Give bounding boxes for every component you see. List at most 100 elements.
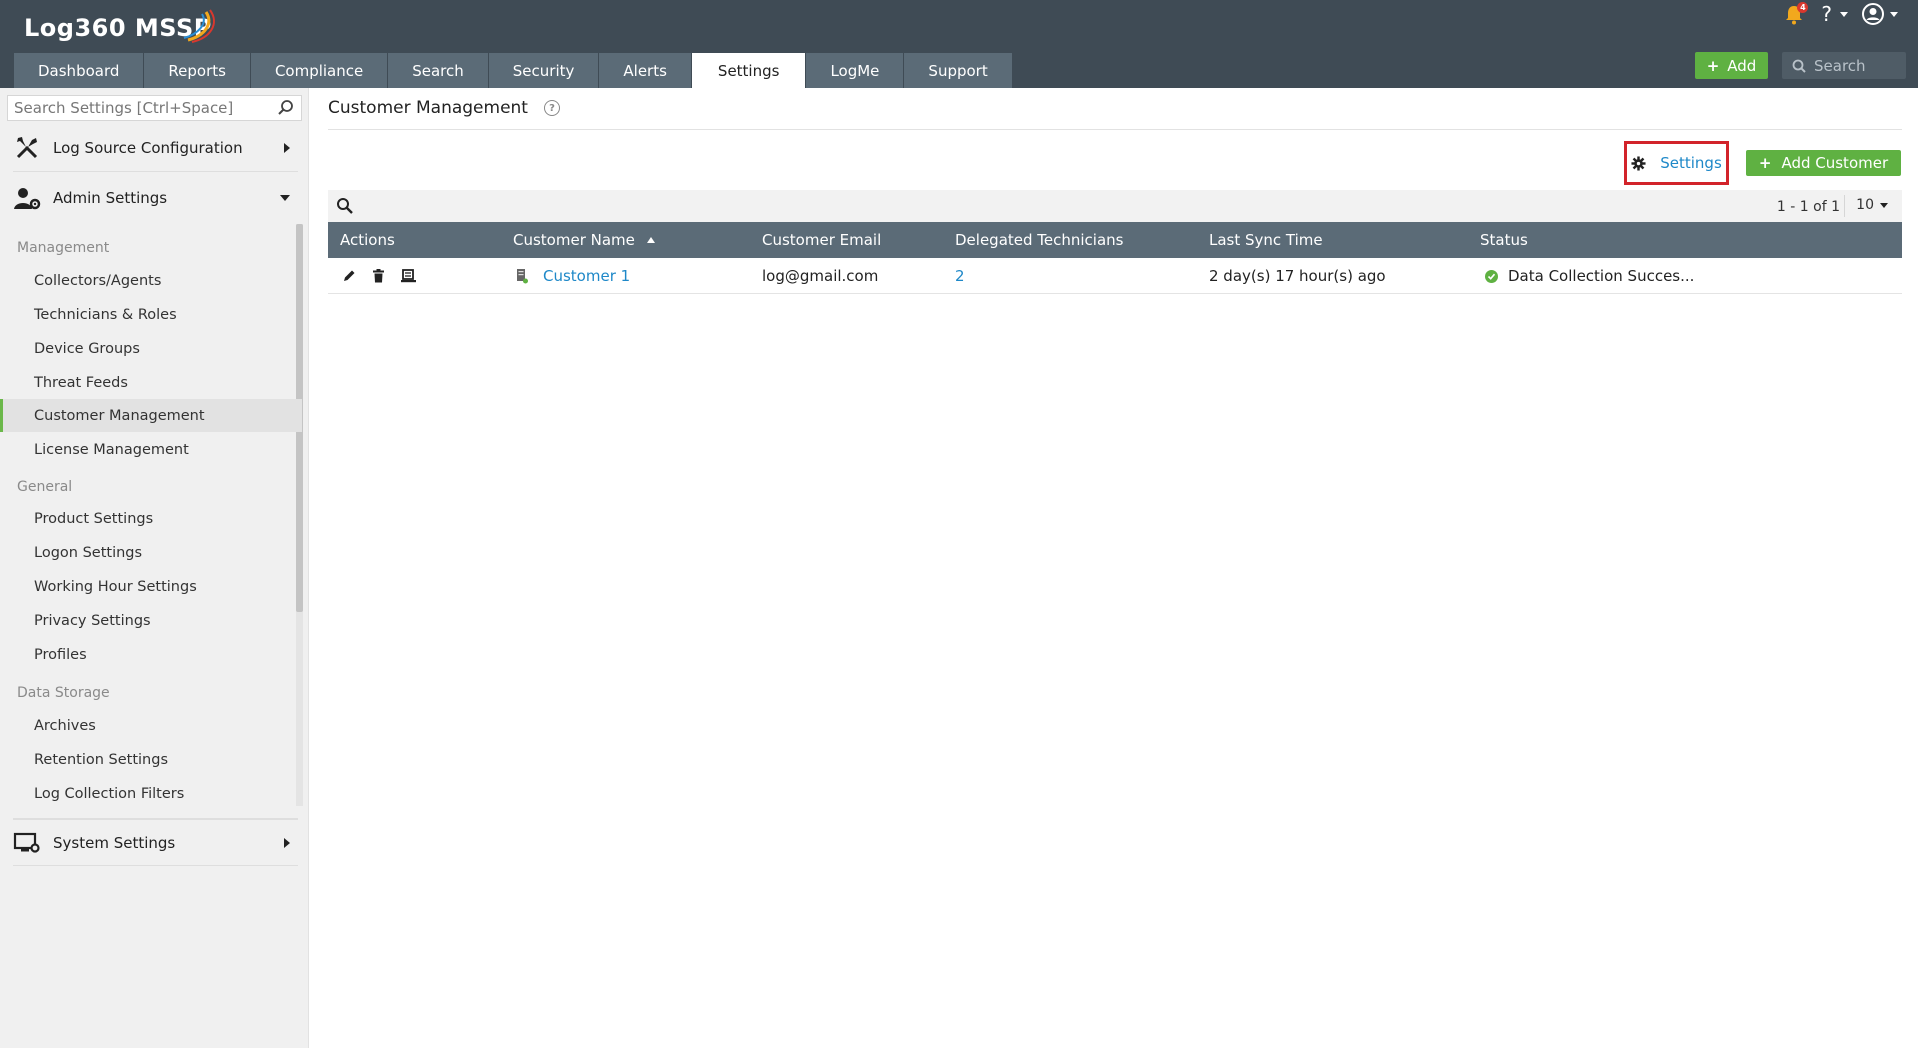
- chevron-down-icon: [1890, 11, 1898, 17]
- user-menu[interactable]: [1862, 3, 1898, 25]
- delegated-technicians-link[interactable]: 2: [955, 258, 965, 294]
- section-data-storage: Data Storage: [17, 685, 110, 701]
- sidebar-item-retention-settings[interactable]: Retention Settings: [0, 743, 302, 776]
- search-icon[interactable]: [277, 99, 295, 117]
- tab-logme[interactable]: LogMe: [806, 53, 904, 88]
- chevron-down-icon: [1840, 11, 1848, 17]
- tab-security[interactable]: Security: [488, 53, 599, 88]
- customer-email-cell: log@gmail.com: [762, 267, 879, 285]
- col-status[interactable]: Status: [1480, 222, 1528, 258]
- sidebar-item-privacy-settings[interactable]: Privacy Settings: [0, 604, 302, 637]
- sidebar-item-threat-feeds[interactable]: Threat Feeds: [0, 366, 302, 399]
- pager-divider: [1844, 195, 1845, 217]
- sidebar-item-log-collection-filters[interactable]: Log Collection Filters: [0, 777, 302, 810]
- sidebar-item-logon-settings[interactable]: Logon Settings: [0, 536, 302, 569]
- tools-icon: [13, 134, 41, 162]
- table-header: Actions Customer Name Customer Email Del…: [328, 222, 1902, 258]
- chevron-down-icon: [1880, 202, 1888, 208]
- sidebar-item-device-groups[interactable]: Device Groups: [0, 332, 302, 365]
- logo-swoosh-icon: [183, 9, 215, 43]
- col-actions: Actions: [340, 231, 395, 249]
- sidebar-item-collectors-agents[interactable]: Collectors/Agents: [0, 264, 302, 297]
- sidebar-item-license-management[interactable]: License Management: [0, 433, 302, 466]
- page-size-select[interactable]: 10: [1856, 197, 1888, 213]
- sidebar-group-system[interactable]: System Settings: [13, 818, 298, 866]
- gear-icon: [1631, 155, 1646, 171]
- row-actions: [342, 258, 417, 294]
- sidebar-item-product-settings[interactable]: Product Settings: [0, 502, 302, 535]
- help-menu[interactable]: ?: [1821, 2, 1848, 26]
- customer-server-icon: [517, 269, 528, 284]
- tab-settings[interactable]: Settings: [691, 53, 806, 88]
- edit-pencil-icon[interactable]: [342, 269, 356, 283]
- col-customer-email[interactable]: Customer Email: [762, 222, 881, 258]
- col-customer-name-label: Customer Name: [513, 231, 635, 249]
- sidebar-item-technicians-roles[interactable]: Technicians & Roles: [0, 298, 302, 331]
- table-toolbar: 1 - 1 of 1 10: [328, 190, 1902, 222]
- sidebar-group-admin[interactable]: Admin Settings: [13, 174, 298, 222]
- plus-icon: +: [1758, 154, 1772, 172]
- sidebar-item-customer-management[interactable]: Customer Management: [0, 399, 302, 432]
- sidebar-item-profiles[interactable]: Profiles: [0, 638, 302, 671]
- col-customer-name[interactable]: Customer Name: [513, 222, 655, 258]
- add-customer-button[interactable]: + Add Customer: [1746, 150, 1901, 176]
- settings-search-input[interactable]: Search Settings [Ctrl+Space]: [7, 95, 302, 121]
- chevron-down-icon: [280, 195, 290, 201]
- tab-alerts[interactable]: Alerts: [599, 53, 691, 88]
- add-button-label: Add: [1727, 56, 1757, 75]
- tab-compliance[interactable]: Compliance: [250, 53, 388, 88]
- add-customer-label: Add Customer: [1781, 154, 1889, 172]
- page-title-wrap: Customer Management ?: [328, 98, 560, 118]
- delete-trash-icon[interactable]: [372, 269, 385, 283]
- customer-name-link[interactable]: Customer 1: [543, 267, 630, 285]
- success-check-icon: [1485, 269, 1498, 283]
- sort-ascending-icon: [646, 237, 655, 243]
- chevron-right-icon: [284, 142, 290, 153]
- user-avatar-icon: [1862, 3, 1884, 25]
- plus-icon: +: [1706, 56, 1720, 75]
- notification-badge: 4: [1797, 2, 1809, 13]
- sidebar-group-log-source[interactable]: Log Source Configuration: [13, 124, 298, 172]
- tab-support[interactable]: Support: [904, 53, 1012, 88]
- table-row: Customer 1 log@gmail.com 2 2 day(s) 17 h…: [328, 258, 1902, 294]
- global-search-input[interactable]: Search: [1782, 52, 1906, 79]
- settings-sidebar: Search Settings [Ctrl+Space] Log Source …: [0, 88, 309, 1048]
- chevron-right-icon: [284, 837, 290, 848]
- settings-link-label: Settings: [1660, 154, 1722, 172]
- device-list-icon[interactable]: [401, 269, 417, 283]
- help-icon: ?: [1821, 2, 1832, 26]
- header-utilities: 4 ?: [1785, 0, 1898, 28]
- customer-settings-button[interactable]: Settings: [1624, 141, 1729, 185]
- status-text: Data Collection Succes...: [1508, 267, 1695, 285]
- main-nav: Dashboard Reports Compliance Search Secu…: [14, 53, 1012, 88]
- page-title: Customer Management: [328, 98, 528, 118]
- tab-search[interactable]: Search: [388, 53, 488, 88]
- last-sync-time-cell: 2 day(s) 17 hour(s) ago: [1209, 267, 1386, 285]
- admin-user-gear-icon: [13, 184, 41, 212]
- sidebar-group-label: Admin Settings: [53, 189, 168, 207]
- tab-dashboard[interactable]: Dashboard: [14, 53, 144, 88]
- search-filter-icon[interactable]: [336, 197, 354, 215]
- search-icon: [1792, 59, 1806, 73]
- top-header: Log360 MSSP 4 ? Dashboard Reports Compli…: [0, 0, 1918, 88]
- page-size-value: 10: [1856, 197, 1874, 213]
- global-search-placeholder: Search: [1814, 56, 1866, 75]
- col-delegated-technicians[interactable]: Delegated Technicians: [955, 222, 1124, 258]
- section-management: Management: [17, 240, 110, 256]
- section-general: General: [17, 479, 73, 495]
- sidebar-item-archives[interactable]: Archives: [0, 709, 302, 742]
- settings-search-placeholder: Search Settings [Ctrl+Space]: [14, 99, 234, 117]
- sidebar-group-label: System Settings: [53, 833, 176, 852]
- monitor-gear-icon: [13, 829, 41, 857]
- sidebar-group-label: Log Source Configuration: [53, 138, 243, 157]
- col-last-sync-time[interactable]: Last Sync Time: [1209, 222, 1323, 258]
- pagination-summary: 1 - 1 of 1: [1776, 199, 1840, 215]
- title-divider: [328, 129, 1902, 130]
- add-button[interactable]: + Add: [1695, 52, 1768, 79]
- status-cell: Data Collection Succes...: [1485, 258, 1694, 294]
- customer-name-cell: Customer 1: [515, 258, 630, 294]
- tab-reports[interactable]: Reports: [144, 53, 250, 88]
- help-circle-icon[interactable]: ?: [543, 100, 560, 116]
- notifications-button[interactable]: 4: [1785, 2, 1809, 26]
- sidebar-item-working-hour-settings[interactable]: Working Hour Settings: [0, 570, 302, 603]
